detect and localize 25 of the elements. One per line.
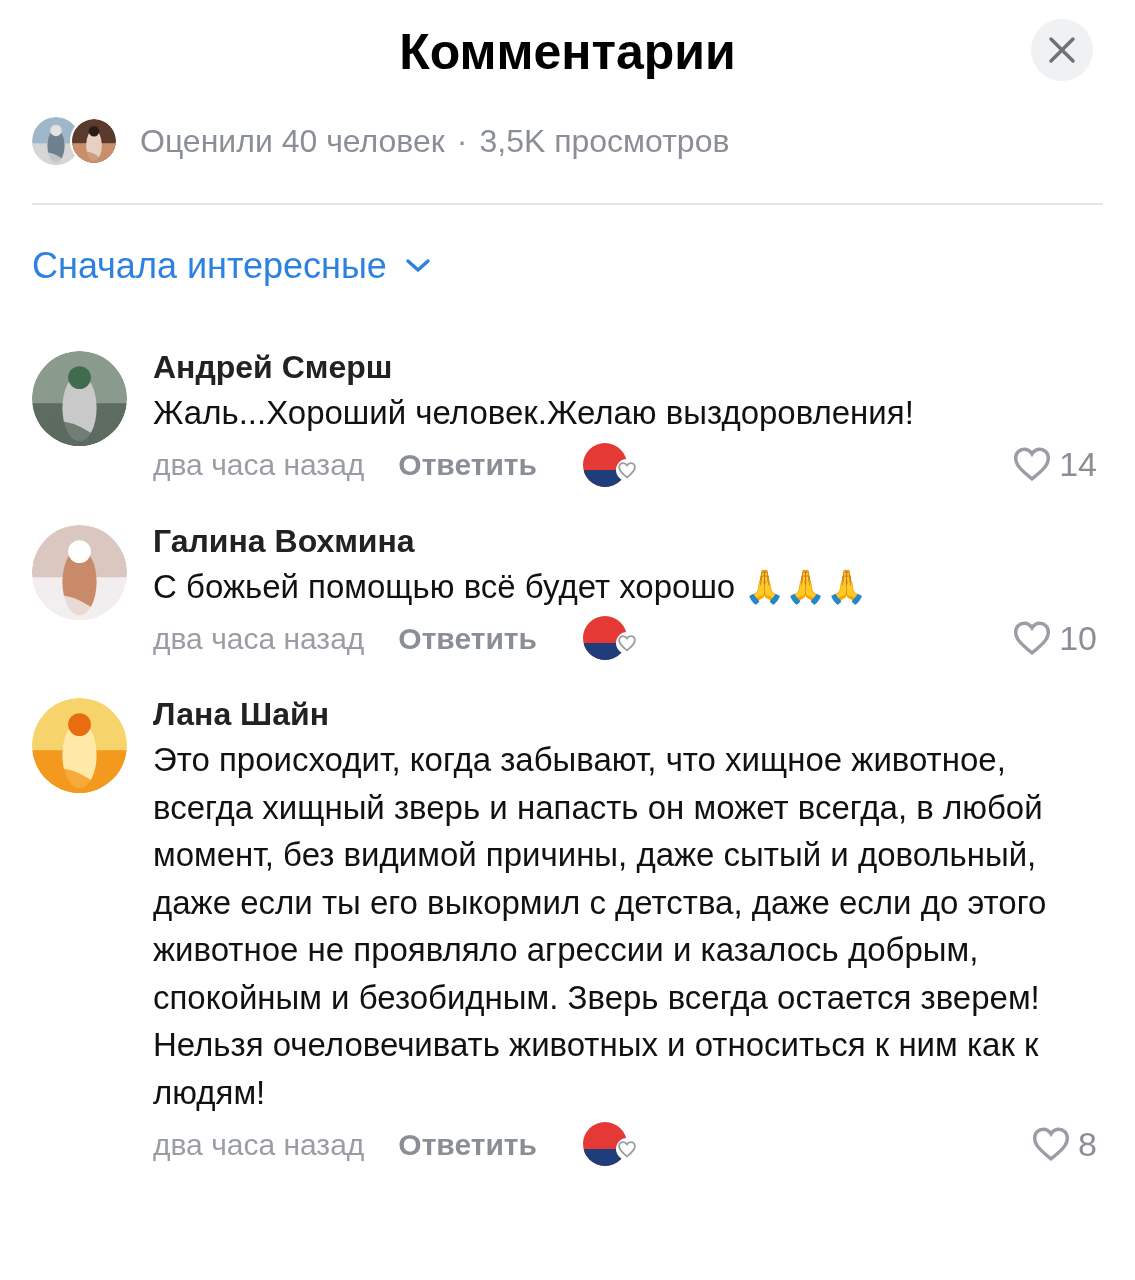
like-icon <box>1013 620 1052 656</box>
like-icon <box>1032 1126 1071 1162</box>
window-title: Комментарии <box>399 22 736 82</box>
like-count: 10 <box>1059 617 1097 659</box>
close-icon <box>1048 36 1076 64</box>
views-count: 3,5K просмотров <box>479 122 730 161</box>
comment-time: два часа назад <box>153 620 365 657</box>
likes-count: Оценили 40 человек <box>140 122 445 161</box>
separator: · <box>456 122 468 161</box>
like-count: 14 <box>1059 444 1097 485</box>
reply-button[interactable]: Ответить <box>398 615 537 661</box>
comment-text: С божьей помощью всё будет хорошо 🙏🙏🙏 <box>153 566 869 607</box>
comment-author[interactable]: Лана Шайн <box>153 694 1097 734</box>
comment-author[interactable]: Андрей Смерш <box>153 347 1097 387</box>
comment-time: два часа назад <box>153 1126 365 1163</box>
comment-time: два часа назад <box>153 447 365 483</box>
sort-dropdown[interactable]: Сначала интересные <box>32 239 431 293</box>
reply-button[interactable]: Ответить <box>398 442 537 487</box>
comment-author[interactable]: Галина Вохмина <box>153 520 1097 561</box>
like-icon <box>1013 447 1052 482</box>
like-count: 8 <box>1078 1123 1097 1165</box>
comment-text: Жаль...Хороший человек.Желаю выздоровления! <box>153 393 915 433</box>
chevron-down-icon <box>404 258 431 274</box>
comment-text: Это происходит, когда забывают, что хищное животное, всегда хищный зверь и напасть он может всегда, в любой момент, без видимой причины, даже сытый и довольный, даже если ты его выкормил с детства, даже если до этого животное не проявляло агрессии и казалось добрым, спокойным и безобидным. Зверь всегда остается зверем! Нельзя очеловечивать животных и относиться к ним как к людям! <box>153 740 1048 1113</box>
reply-button[interactable]: Ответить <box>398 1121 537 1167</box>
